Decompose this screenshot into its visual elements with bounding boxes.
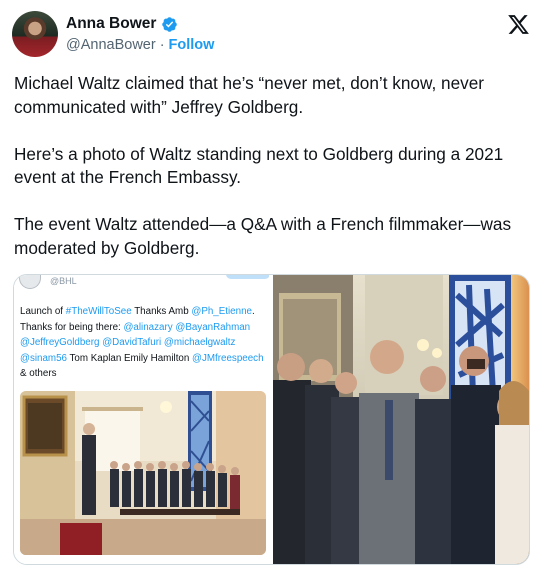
embedded-link[interactable]: @JMfreespeech [192, 353, 263, 364]
embedded-link[interactable]: @sinam56 [20, 353, 67, 364]
author-name-row: Anna Bower [66, 15, 178, 33]
embedded-link[interactable]: @BayanRahman [175, 322, 250, 333]
author-handle[interactable]: @AnnaBower [66, 37, 156, 53]
verified-badge-icon [162, 16, 178, 32]
embedded-link[interactable]: @DavidTafuri [102, 337, 161, 348]
handle-separator: · [159, 37, 165, 53]
embedded-text-part: Launch of [20, 306, 66, 317]
embedded-text-part: & others [20, 368, 57, 379]
embedded-link[interactable]: #TheWillToSee [66, 306, 132, 317]
embedded-link[interactable]: @JeffreyGoldberg [20, 337, 99, 348]
embedded-link[interactable]: @Ph_Etienne [191, 306, 252, 317]
embedded-event-photo [20, 391, 266, 555]
embedded-button-fragment [226, 275, 270, 279]
avatar[interactable] [12, 11, 58, 57]
embedded-link[interactable]: @michaelgwaltz [164, 337, 235, 348]
x-logo-icon[interactable] [507, 13, 530, 36]
author-name[interactable]: Anna Bower [66, 15, 156, 33]
author-handle-row: @AnnaBower · Follow [66, 37, 214, 53]
follow-button[interactable]: Follow [169, 37, 215, 53]
event-attendees-photo [273, 275, 529, 564]
tweet-header: Anna Bower @AnnaBower · Follow [12, 11, 532, 59]
event-room-illustration [20, 391, 266, 555]
embedded-handle: @BHL [50, 276, 77, 286]
tweet-paragraph: Michael Waltz claimed that he’s “never m… [14, 73, 485, 117]
embedded-text-part: Thanks Amb [131, 306, 192, 317]
media-image-photo[interactable] [273, 275, 529, 564]
tweet-paragraph: Here’s a photo of Waltz standing next to… [14, 143, 504, 188]
embedded-avatar [19, 275, 41, 289]
media-image-screenshot[interactable]: @BHL Launch of #TheWillToSee Thanks Amb … [14, 275, 273, 564]
embedded-tweet-text: Launch of #TheWillToSee Thanks Amb @Ph_E… [20, 304, 266, 382]
embedded-text-part: Tom Kaplan Emily Hamilton [66, 352, 193, 364]
tweet-paragraph: The event Waltz attended—a Q&A with a Fr… [14, 214, 512, 258]
tweet-text: Michael Waltz claimed that he’s “never m… [14, 72, 534, 260]
embedded-link[interactable]: @alinazary [123, 322, 172, 333]
media-grid: @BHL Launch of #TheWillToSee Thanks Amb … [13, 274, 530, 565]
